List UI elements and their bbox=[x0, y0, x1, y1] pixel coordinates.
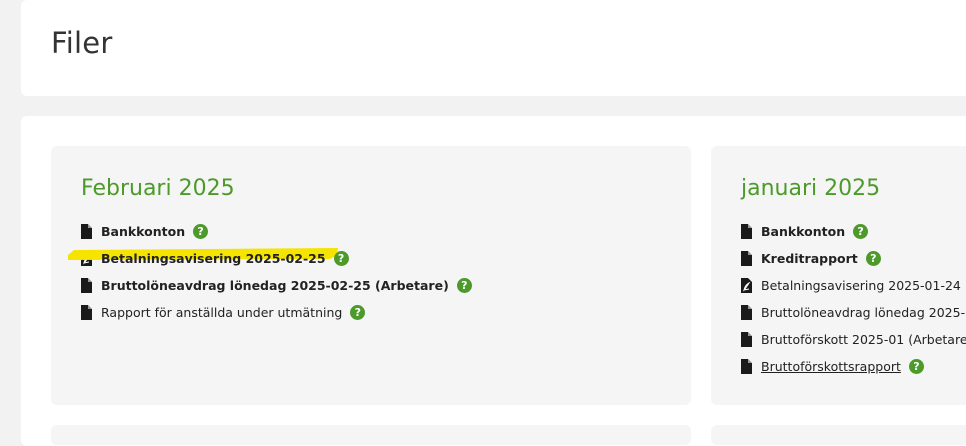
list-item: Bruttoförskott 2025-01 (Arbetare) ? bbox=[741, 326, 966, 353]
file-icon bbox=[741, 251, 752, 266]
month-title: januari 2025 bbox=[741, 176, 881, 201]
list-item: Bruttolöneavdrag lönedag 2025-02-25 (Arb… bbox=[81, 272, 472, 299]
help-icon[interactable]: ? bbox=[193, 224, 209, 239]
file-link-betalningsavisering[interactable]: Betalningsavisering 2025-02-25 bbox=[101, 251, 326, 266]
help-icon[interactable]: ? bbox=[333, 251, 349, 266]
month-card-january: januari 2025 Bankkonton ? Kreditrapport … bbox=[711, 146, 966, 405]
list-item: Kreditrapport ? bbox=[741, 245, 966, 272]
file-link-betalningsavisering[interactable]: Betalningsavisering 2025-01-24 bbox=[761, 278, 961, 293]
file-icon bbox=[741, 359, 752, 374]
file-icon bbox=[741, 305, 752, 320]
file-link-bruttoloneavdrag[interactable]: Bruttolöneavdrag lönedag 2025-02-25 (Arb… bbox=[101, 278, 449, 293]
file-icon bbox=[81, 278, 92, 293]
file-link-kreditrapport[interactable]: Kreditrapport bbox=[761, 251, 858, 266]
help-icon[interactable]: ? bbox=[853, 224, 869, 239]
file-link-bankkonton[interactable]: Bankkonton bbox=[761, 224, 845, 239]
list-item: Rapport för anställda under utmätning ? bbox=[81, 299, 472, 326]
list-item: Bruttoförskottsrapport ? bbox=[741, 353, 966, 380]
file-link-bruttoforskottsrapport[interactable]: Bruttoförskottsrapport bbox=[761, 359, 901, 374]
month-card-february: Februari 2025 Bankkonton ? Betalningsavi… bbox=[51, 146, 691, 405]
file-link-rapport-utmatning[interactable]: Rapport för anställda under utmätning bbox=[101, 305, 342, 320]
pdf-icon bbox=[741, 278, 752, 293]
help-icon[interactable]: ? bbox=[456, 278, 472, 293]
help-icon[interactable]: ? bbox=[350, 305, 366, 320]
list-item: Bruttolöneavdrag lönedag 2025-01- bbox=[741, 299, 966, 326]
file-link-bruttoloneavdrag[interactable]: Bruttolöneavdrag lönedag 2025-01- bbox=[761, 305, 966, 320]
file-icon bbox=[81, 224, 92, 239]
file-link-bankkonton[interactable]: Bankkonton bbox=[101, 224, 185, 239]
file-icon bbox=[81, 305, 92, 320]
list-item: Bankkonton ? bbox=[741, 218, 966, 245]
file-list: Bankkonton ? Betalningsavisering 2025-02… bbox=[81, 218, 472, 326]
help-icon[interactable]: ? bbox=[865, 251, 881, 266]
month-card-next-left bbox=[51, 425, 691, 445]
list-item: Betalningsavisering 2025-01-24 ? bbox=[741, 272, 966, 299]
month-title: Februari 2025 bbox=[81, 176, 235, 201]
page-header bbox=[21, 0, 966, 96]
file-list: Bankkonton ? Kreditrapport ? Betalningsa… bbox=[741, 218, 966, 380]
page-title: Filer bbox=[51, 26, 113, 60]
file-icon bbox=[741, 224, 752, 239]
month-card-next-right bbox=[711, 425, 966, 445]
help-icon[interactable]: ? bbox=[908, 359, 924, 374]
file-link-bruttoforskott[interactable]: Bruttoförskott 2025-01 (Arbetare) bbox=[761, 332, 966, 347]
file-icon bbox=[741, 332, 752, 347]
list-item: Bankkonton ? bbox=[81, 218, 472, 245]
